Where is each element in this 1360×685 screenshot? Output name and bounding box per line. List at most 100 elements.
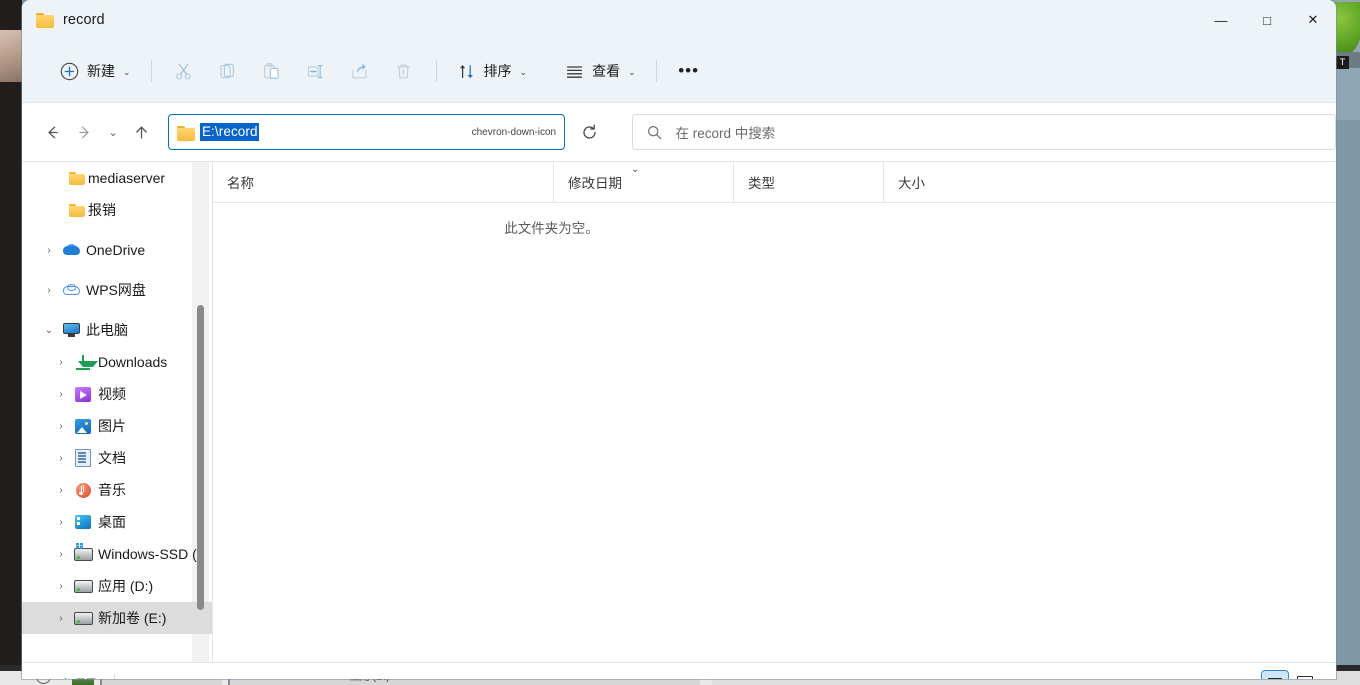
back-button[interactable] (36, 115, 68, 149)
drive-icon (72, 579, 94, 593)
chevron-down-icon[interactable]: ⌄ (38, 325, 60, 336)
sidebar-item-wps-cloud[interactable]: › WPS网盘 (22, 274, 212, 306)
sidebar-item-this-pc[interactable]: ⌄ 此电脑 (22, 314, 212, 346)
page-title: record (63, 12, 105, 28)
sidebar-scrollbar-thumb[interactable] (197, 305, 204, 610)
new-button[interactable]: 新建 ⌄ (50, 54, 141, 88)
chevron-right-icon[interactable]: › (50, 357, 72, 368)
chevron-right-icon[interactable]: › (50, 485, 72, 496)
file-list-pane: 名称 修改日期 类型 大小 ⌄ 此文件夹为空。 (212, 162, 1336, 662)
chevron-down-icon[interactable]: chevron-down-icon (472, 127, 557, 138)
view-button[interactable]: 查看 ⌄ (555, 54, 646, 88)
cut-button[interactable] (162, 54, 206, 88)
recent-locations-button[interactable]: ⌄ (101, 115, 126, 149)
column-header-name[interactable]: 名称 (213, 162, 553, 202)
chevron-right-icon[interactable]: › (38, 285, 60, 296)
sort-arrows-icon (457, 62, 476, 81)
background-photo (0, 30, 22, 82)
folder-icon (176, 125, 195, 141)
address-input[interactable]: E:\record (199, 123, 259, 141)
column-header-size[interactable]: 大小 (883, 162, 983, 202)
minimize-button[interactable]: — (1198, 0, 1244, 40)
status-divider (113, 675, 115, 679)
view-button-label: 查看 (592, 63, 621, 79)
forward-button[interactable] (68, 115, 100, 149)
chevron-right-icon[interactable]: › (50, 421, 72, 432)
sidebar-item-apps-d[interactable]: › 应用 (D:) (22, 570, 212, 602)
sidebar-item-label: 视频 (98, 386, 126, 402)
folder-icon (66, 203, 88, 217)
sidebar-item-music[interactable]: › 音乐 (22, 474, 212, 506)
address-bar[interactable]: E:\record chevron-down-icon (167, 114, 566, 150)
chevron-right-icon[interactable]: › (50, 549, 72, 560)
maximize-button[interactable]: □ (1244, 0, 1290, 40)
chevron-right-icon[interactable]: › (38, 245, 60, 256)
sidebar-item-windows-ssd[interactable]: › Windows-SSD ( (22, 538, 212, 570)
chevron-right-icon[interactable]: › (50, 517, 72, 528)
title-bar: record — □ ✕ (22, 0, 1336, 40)
chevron-right-icon[interactable]: › (50, 581, 72, 592)
explorer-body: mediaserver 报销 › OneDrive › WPS网盘 ⌄ 此电脑 (22, 162, 1336, 662)
documents-icon (72, 449, 94, 467)
sidebar-item-label: 音乐 (98, 482, 126, 498)
column-header-label: 类型 (748, 176, 775, 191)
desktop-wallpaper-right: T (1334, 0, 1360, 120)
sort-button[interactable]: 排序 ⌄ (447, 54, 538, 88)
empty-folder-text: 此文件夹为空。 (504, 221, 599, 236)
search-input[interactable]: 在 record 中搜索 (676, 122, 776, 142)
drive-icon (72, 611, 94, 625)
navigation-bar: ⌄ E:\record chevron-down-icon 在 record 中… (22, 103, 1336, 162)
sidebar-item-label: mediaserver (88, 170, 166, 186)
copy-button[interactable] (206, 54, 250, 88)
sidebar-item-label: OneDrive (86, 242, 146, 258)
desktop-icon (72, 515, 94, 529)
toolbar-divider (655, 60, 657, 82)
column-header-label: 大小 (898, 176, 925, 191)
pictures-icon (72, 418, 94, 434)
sidebar-item-label: Downloads (98, 354, 168, 370)
details-view-icon[interactable] (1261, 670, 1289, 679)
scissors-icon (174, 62, 193, 81)
share-button[interactable] (338, 54, 382, 88)
sidebar-item-documents[interactable]: › 文档 (22, 442, 212, 474)
preview-pane-icon[interactable] (1292, 671, 1318, 679)
sidebar-item-pictures[interactable]: › 图片 (22, 410, 212, 442)
column-headers: 名称 修改日期 类型 大小 ⌄ (213, 162, 1336, 203)
copy-icon (218, 62, 237, 81)
sidebar-item-mediaserver[interactable]: mediaserver (22, 162, 212, 194)
column-header-date-modified[interactable]: 修改日期 (553, 162, 733, 202)
chevron-right-icon[interactable]: › (50, 453, 72, 464)
rename-button[interactable] (294, 54, 338, 88)
delete-button[interactable] (382, 54, 426, 88)
ellipsis-icon: ••• (678, 61, 700, 80)
chevron-right-icon[interactable]: › (50, 613, 72, 624)
sidebar-item-desktop[interactable]: › 桌面 (22, 506, 212, 538)
sidebar-item-label: 应用 (D:) (98, 578, 154, 594)
status-bar: 0 个项目 (22, 662, 1336, 679)
sidebar-item-baoxiao[interactable]: 报销 (22, 194, 212, 226)
sidebar-item-new-volume-e[interactable]: › 新加卷 (E:) (22, 602, 212, 634)
sort-button-label: 排序 (483, 63, 512, 79)
sidebar-item-label: 新加卷 (E:) (98, 610, 167, 626)
plus-circle-icon (60, 62, 79, 81)
paste-button[interactable] (250, 54, 294, 88)
this-pc-icon (60, 323, 82, 337)
search-icon (647, 125, 662, 140)
more-options-button[interactable]: ••• (667, 54, 711, 88)
sidebar-item-videos[interactable]: › 视频 (22, 378, 212, 410)
window-controls: — □ ✕ (1198, 0, 1336, 40)
item-count-label: 0 个项目 (48, 674, 98, 680)
toolbar-divider (435, 60, 437, 82)
up-button[interactable] (126, 115, 158, 149)
desktop-shortcut-icon[interactable]: T (1336, 56, 1349, 69)
column-header-type[interactable]: 类型 (733, 162, 883, 202)
search-box[interactable]: 在 record 中搜索 (631, 114, 1336, 150)
refresh-button[interactable] (573, 115, 605, 149)
trash-icon (394, 62, 413, 81)
toolbar-divider (150, 60, 152, 82)
sidebar-item-onedrive[interactable]: › OneDrive (22, 234, 212, 266)
close-button[interactable]: ✕ (1290, 0, 1336, 40)
sidebar-item-downloads[interactable]: › Downloads (22, 346, 212, 378)
chevron-right-icon[interactable]: › (50, 389, 72, 400)
sidebar-item-label: Windows-SSD ( (98, 546, 197, 562)
